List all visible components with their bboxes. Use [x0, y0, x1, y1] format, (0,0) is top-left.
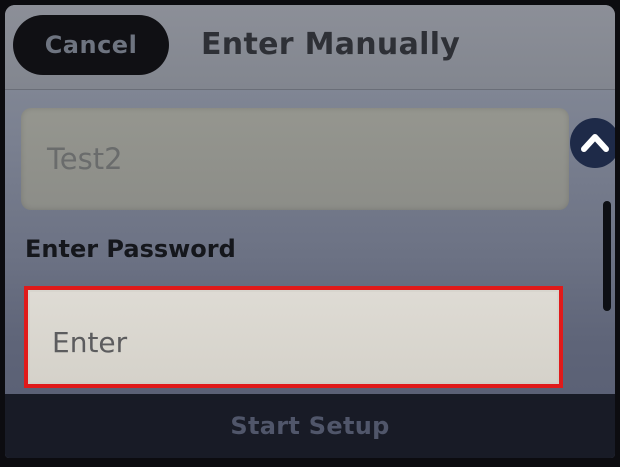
scroll-up-button[interactable] — [570, 118, 615, 168]
scrollbar-thumb[interactable] — [603, 201, 611, 311]
password-label: Enter Password — [25, 235, 236, 263]
password-placeholder: Enter — [52, 326, 128, 359]
scrollbar[interactable] — [603, 195, 613, 385]
start-setup-button[interactable]: Start Setup — [230, 412, 389, 440]
ssid-value: Test2 — [47, 142, 123, 176]
page-title: Enter Manually — [201, 27, 461, 62]
password-input[interactable]: Enter — [24, 286, 563, 388]
header-bar: Cancel Enter Manually — [5, 5, 615, 90]
ssid-field[interactable]: Test2 — [21, 108, 569, 210]
password-input-surface: Enter — [30, 292, 557, 382]
cancel-button[interactable]: Cancel — [13, 15, 169, 75]
lcd-screen: Cancel Enter Manually Test2 Enter Passwo… — [5, 5, 615, 458]
cancel-button-label: Cancel — [44, 31, 138, 59]
chevron-up-icon — [581, 134, 609, 152]
footer-bar: Start Setup — [5, 394, 615, 458]
device-bezel: Cancel Enter Manually Test2 Enter Passwo… — [0, 0, 620, 467]
